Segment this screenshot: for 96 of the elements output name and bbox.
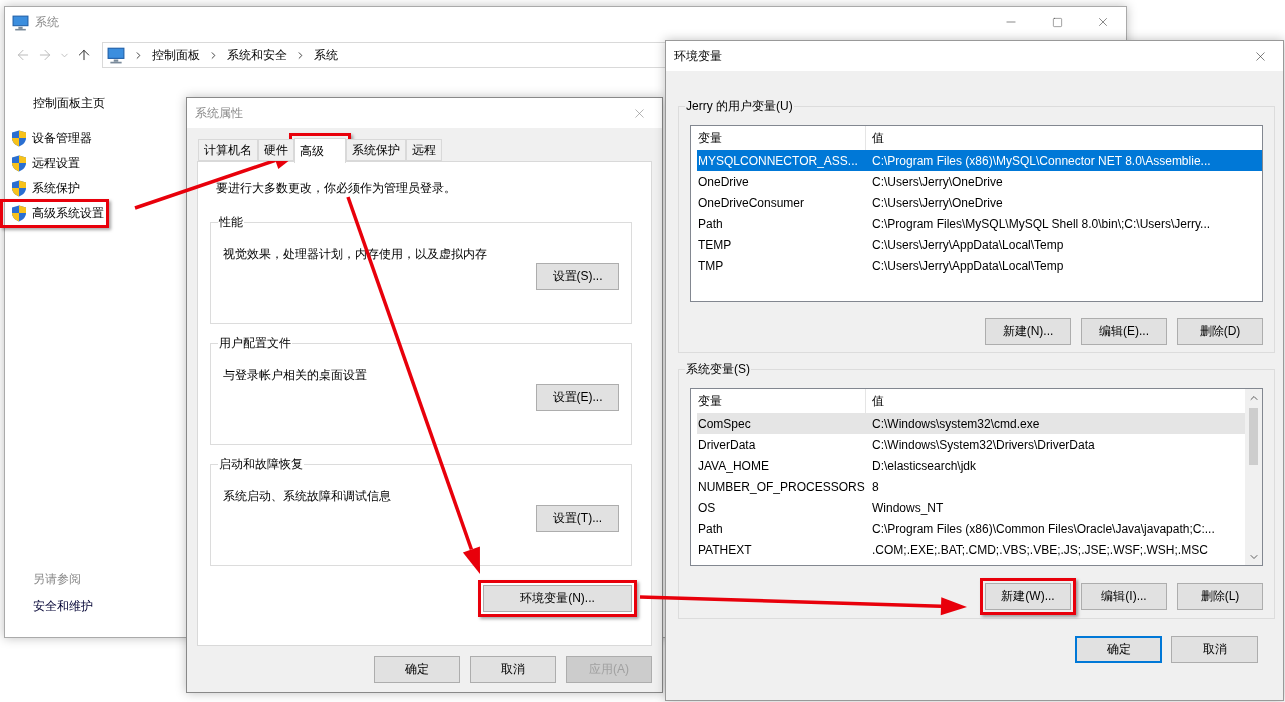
variable-name: PATHEXT bbox=[697, 542, 753, 557]
variable-name: TMP bbox=[697, 258, 725, 273]
breadcrumb-item[interactable]: 控制面板 bbox=[152, 46, 200, 64]
dialog-title: 系统属性 bbox=[195, 104, 244, 122]
variable-value: 8 bbox=[871, 479, 880, 494]
computer-icon bbox=[107, 46, 125, 64]
variable-row[interactable]: JAVA_HOME D:\elasticsearch\jdk bbox=[697, 455, 1245, 476]
group-title: 用户配置文件 bbox=[218, 335, 292, 352]
environment-variables-button[interactable]: 环境变量(N)... bbox=[483, 585, 632, 612]
column-header[interactable]: 值 bbox=[866, 389, 1245, 413]
dialog-button[interactable]: 确定 bbox=[374, 656, 460, 683]
variable-name: Path bbox=[697, 216, 724, 231]
column-header[interactable]: 值 bbox=[866, 126, 1262, 150]
link-label: 高级系统设置 bbox=[32, 205, 104, 222]
variable-value: C:\Users\Jerry\OneDrive bbox=[871, 174, 1004, 189]
variable-value: C:\Program Files (x86)\Common Files\Oracle\Java\javapath;C:... bbox=[871, 521, 1216, 536]
variable-name: OS bbox=[697, 500, 717, 515]
variable-row[interactable]: ComSpec C:\Windows\system32\cmd.exe bbox=[697, 413, 1245, 434]
variable-value: C:\Program Files (x86)\MySQL\Connector NET 8.0\Assemblie... bbox=[871, 153, 1212, 168]
variable-name: MYSQLCONNECTOR_ASS... bbox=[697, 153, 859, 168]
variable-value: C:\Program Files\MySQL\MySQL Shell 8.0\bin\;C:\Users\Jerry... bbox=[871, 216, 1212, 231]
variable-row[interactable]: DriverData C:\Windows\System32\Drivers\DriverData bbox=[697, 434, 1245, 455]
shield-icon bbox=[11, 155, 27, 172]
group-title: 启动和故障恢复 bbox=[218, 456, 304, 473]
variable-row[interactable]: MYSQLCONNECTOR_ASS... C:\Program Files (x86)\MySQL\Connector NET 8.0\Assemblie... bbox=[697, 150, 1262, 171]
settings-button[interactable]: 设置(T)... bbox=[536, 505, 619, 532]
variable-name: NUMBER_OF_PROCESSORS bbox=[697, 479, 866, 494]
settings-button[interactable]: 设置(E)... bbox=[536, 384, 619, 411]
dialog-button[interactable]: 确定 bbox=[1075, 636, 1162, 663]
variable-name: JAVA_HOME bbox=[697, 458, 770, 473]
list-action-button[interactable]: 删除(L) bbox=[1177, 583, 1263, 610]
group-description: 与登录帐户相关的桌面设置 bbox=[223, 367, 367, 384]
variable-value: C:\Windows\System32\Drivers\DriverData bbox=[871, 437, 1096, 452]
computer-icon bbox=[12, 13, 29, 31]
variable-name: Path bbox=[697, 521, 724, 536]
variable-name: OneDrive bbox=[697, 174, 750, 189]
variable-name: ComSpec bbox=[697, 416, 752, 431]
variable-row[interactable]: Path C:\Program Files\MySQL\MySQL Shell 8.0\bin\;C:\Users\Jerry... bbox=[697, 213, 1262, 234]
window-title: 系统 bbox=[35, 13, 60, 31]
link-label: 远程设置 bbox=[32, 155, 80, 172]
sidebar-link[interactable]: 系统保护 bbox=[5, 179, 80, 198]
variable-row[interactable]: TMP C:\Users\Jerry\AppData\Local\Temp bbox=[697, 255, 1262, 276]
shield-icon bbox=[11, 180, 27, 197]
settings-button[interactable]: 设置(S)... bbox=[536, 263, 619, 290]
variable-name: TEMP bbox=[697, 237, 733, 252]
group-title: 性能 bbox=[218, 214, 244, 231]
tab[interactable]: 远程 bbox=[406, 139, 442, 161]
variable-name: OneDriveConsumer bbox=[697, 195, 806, 210]
list-action-button[interactable]: 新建(N)... bbox=[985, 318, 1071, 345]
link-label: 系统保护 bbox=[32, 180, 80, 197]
sidebar-link[interactable]: 远程设置 bbox=[5, 154, 80, 173]
variable-row[interactable]: Path C:\Program Files (x86)\Common Files\Oracle\Java\javapath;C:... bbox=[697, 518, 1245, 539]
home-link[interactable]: 控制面板主页 bbox=[33, 95, 105, 112]
variable-name: DriverData bbox=[697, 437, 757, 452]
variable-value: .COM;.EXE;.BAT;.CMD;.VBS;.VBE;.JS;.JSE;.WSF;.WSH;.MSC bbox=[871, 542, 1209, 557]
tab[interactable]: 高级 bbox=[294, 138, 346, 163]
variable-list[interactable] bbox=[690, 388, 1263, 566]
group-description: 系统启动、系统故障和调试信息 bbox=[223, 488, 391, 505]
variable-row[interactable]: OneDriveConsumer C:\Users\Jerry\OneDrive bbox=[697, 192, 1262, 213]
dialog-title: 环境变量 bbox=[674, 47, 723, 65]
tab[interactable]: 系统保护 bbox=[346, 139, 406, 161]
sidebar-link[interactable]: 设备管理器 bbox=[5, 129, 92, 148]
variable-value: D:\elasticsearch\jdk bbox=[871, 458, 978, 473]
dialog-button[interactable]: 取消 bbox=[470, 656, 556, 683]
list-action-button[interactable]: 删除(D) bbox=[1177, 318, 1263, 345]
scrollbar[interactable] bbox=[1245, 389, 1262, 565]
link-label: 设备管理器 bbox=[32, 130, 92, 147]
list-action-button[interactable]: 新建(W)... bbox=[985, 583, 1071, 610]
breadcrumb-item[interactable]: 系统 bbox=[314, 46, 338, 64]
scroll-thumb[interactable] bbox=[1249, 408, 1258, 465]
breadcrumb-item[interactable]: 系统和安全 bbox=[227, 46, 287, 64]
sidebar-link[interactable]: 安全和维护 bbox=[33, 598, 93, 615]
shield-icon bbox=[11, 205, 27, 222]
sidebar-link[interactable]: 高级系统设置 bbox=[5, 204, 104, 223]
variable-row[interactable]: PATHEXT .COM;.EXE;.BAT;.CMD;.VBS;.VBE;.JS;.JSE;.WSF;.WSH;.MSC bbox=[697, 539, 1245, 560]
variable-row[interactable]: OS Windows_NT bbox=[697, 497, 1245, 518]
variable-row[interactable]: OneDrive C:\Users\Jerry\OneDrive bbox=[697, 171, 1262, 192]
section-heading: 另请参阅 bbox=[33, 571, 81, 588]
variable-value: Windows_NT bbox=[871, 500, 945, 515]
group-title: Jerry 的用户变量(U) bbox=[685, 98, 794, 115]
list-action-button[interactable]: 编辑(E)... bbox=[1081, 318, 1167, 345]
shield-icon bbox=[11, 130, 27, 147]
forward-arrow-icon[interactable] bbox=[37, 47, 53, 63]
variable-row[interactable]: NUMBER_OF_PROCESSORS 8 bbox=[697, 476, 1245, 497]
variable-list[interactable] bbox=[690, 125, 1263, 302]
group-title: 系统变量(S) bbox=[685, 361, 751, 378]
tab[interactable]: 硬件 bbox=[258, 139, 294, 161]
notice-text: 要进行大多数更改，你必须作为管理员登录。 bbox=[216, 180, 457, 197]
tab[interactable]: 计算机名 bbox=[198, 139, 258, 161]
variable-value: C:\Users\Jerry\OneDrive bbox=[871, 195, 1004, 210]
variable-value: C:\Windows\system32\cmd.exe bbox=[871, 416, 1041, 431]
variable-value: C:\Users\Jerry\AppData\Local\Temp bbox=[871, 237, 1065, 252]
variable-row[interactable]: TEMP C:\Users\Jerry\AppData\Local\Temp bbox=[697, 234, 1262, 255]
dialog-button[interactable]: 取消 bbox=[1171, 636, 1258, 663]
variable-value: C:\Users\Jerry\AppData\Local\Temp bbox=[871, 258, 1065, 273]
list-action-button[interactable]: 编辑(I)... bbox=[1081, 583, 1167, 610]
